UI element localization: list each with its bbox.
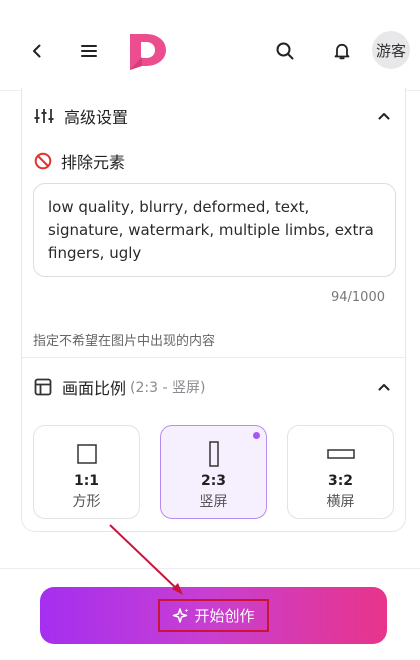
top-app-bar: 游客 <box>0 0 420 92</box>
start-creation-label: 开始创作 <box>194 607 255 625</box>
ratio-value: 2:3 <box>200 473 227 489</box>
sparkle-icon <box>173 607 189 623</box>
advanced-settings-title: 高级设置 <box>64 108 129 127</box>
selected-indicator <box>253 432 260 439</box>
negative-prompt-input[interactable]: low quality, blurry, deformed, text, sig… <box>33 183 396 277</box>
start-creation-highlight: 开始创作 <box>158 599 269 632</box>
prohibited-icon <box>34 152 52 170</box>
layout-icon <box>34 378 52 396</box>
hamburger-menu-icon <box>81 45 97 57</box>
ratio-option-square[interactable]: 1:1 方形 <box>33 425 140 519</box>
aspect-ratio-title: 画面比例 <box>62 379 127 398</box>
bell-icon <box>334 43 350 60</box>
chevron-up-icon[interactable] <box>374 377 394 397</box>
square-shape-icon <box>76 441 97 467</box>
search-button[interactable] <box>268 34 302 68</box>
brand-logo-icon <box>130 34 166 70</box>
character-counter: 94/1000 <box>330 290 385 305</box>
section-divider <box>22 357 405 358</box>
ratio-value: 3:2 <box>327 473 354 489</box>
negative-prompt-hint: 指定不希望在图片中出现的内容 <box>33 334 216 349</box>
aspect-ratio-header[interactable]: 画面比例 (2:3 - 竖屏) <box>34 375 394 399</box>
menu-button[interactable] <box>72 34 106 68</box>
ratio-option-landscape[interactable]: 3:2 横屏 <box>287 425 394 519</box>
landscape-shape-icon <box>326 441 355 467</box>
negative-prompt-header: 排除元素 <box>34 150 125 172</box>
ratio-label: 横屏 <box>326 494 355 510</box>
bottom-divider <box>0 568 420 569</box>
chevron-up-icon[interactable] <box>374 106 394 126</box>
portrait-shape-icon <box>208 441 220 467</box>
sliders-icon <box>34 109 54 123</box>
aspect-ratio-summary: (2:3 - 竖屏) <box>130 380 206 396</box>
notifications-button[interactable] <box>325 34 359 68</box>
back-button[interactable] <box>20 34 54 68</box>
app-logo[interactable] <box>126 30 170 70</box>
ratio-label: 方形 <box>72 494 101 510</box>
ratio-label: 竖屏 <box>199 494 228 510</box>
ratio-value: 1:1 <box>73 473 100 489</box>
chevron-left-icon <box>33 44 41 58</box>
ratio-option-portrait[interactable]: 2:3 竖屏 <box>160 425 267 519</box>
search-icon <box>276 42 294 60</box>
negative-prompt-title: 排除元素 <box>61 153 126 172</box>
advanced-settings-card: 高级设置 排除元素 low quality, blurry, deformed,… <box>21 88 406 532</box>
start-creation-button[interactable]: 开始创作 <box>40 587 387 644</box>
guest-label: 游客 <box>375 41 406 60</box>
guest-avatar[interactable]: 游客 <box>372 31 410 69</box>
advanced-settings-header[interactable]: 高级设置 <box>34 104 394 128</box>
